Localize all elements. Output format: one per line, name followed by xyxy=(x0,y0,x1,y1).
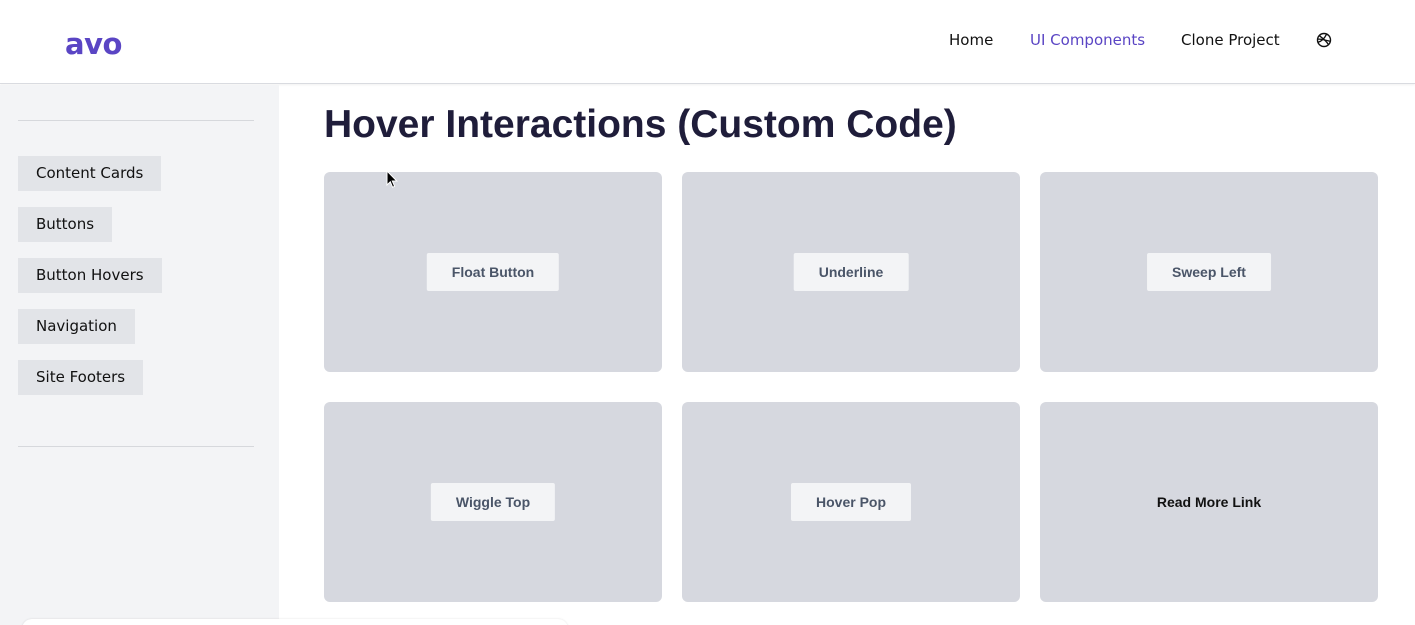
demo-card-underline: Underline xyxy=(682,172,1020,372)
top-navigation-bar: avo Home UI Components Clone Project xyxy=(0,0,1415,84)
sidebar-divider xyxy=(18,120,254,121)
sidebar-item-button-hovers[interactable]: Button Hovers xyxy=(18,258,162,293)
sidebar-divider xyxy=(18,446,254,447)
dribbble-icon[interactable] xyxy=(1316,32,1332,48)
sidebar-item-content-cards[interactable]: Content Cards xyxy=(18,156,162,191)
read-more-link[interactable]: Read More Link xyxy=(1157,494,1261,510)
sidebar-item-navigation[interactable]: Navigation xyxy=(18,309,135,344)
nav-link-ui-components[interactable]: UI Components xyxy=(1030,30,1145,50)
demo-card-float-button: Float Button xyxy=(324,172,662,372)
underline-button[interactable]: Underline xyxy=(793,253,909,291)
sidebar: Content Cards Buttons Button Hovers Navi… xyxy=(0,85,568,625)
bottom-floating-panel xyxy=(22,619,568,625)
page-title: Hover Interactions (Custom Code) xyxy=(324,103,957,146)
wiggle-top-button[interactable]: Wiggle Top xyxy=(430,483,556,521)
mouse-cursor-icon xyxy=(386,170,398,188)
nav-link-home[interactable]: Home xyxy=(949,30,993,50)
nav-link-clone-project[interactable]: Clone Project xyxy=(1181,30,1280,50)
sidebar-item-buttons[interactable]: Buttons xyxy=(18,207,113,242)
demo-card-wiggle-top: Wiggle Top xyxy=(324,402,662,602)
hover-pop-button[interactable]: Hover Pop xyxy=(790,483,912,521)
float-button[interactable]: Float Button xyxy=(426,253,560,291)
demo-card-read-more: Read More Link xyxy=(1040,402,1378,602)
main-nav: Home UI Components Clone Project xyxy=(0,30,1415,52)
demo-card-hover-pop: Hover Pop xyxy=(682,402,1020,602)
sidebar-item-site-footers[interactable]: Site Footers xyxy=(18,360,144,395)
demo-card-sweep-left: Sweep Left xyxy=(1040,172,1378,372)
sweep-left-button[interactable]: Sweep Left xyxy=(1147,253,1271,291)
